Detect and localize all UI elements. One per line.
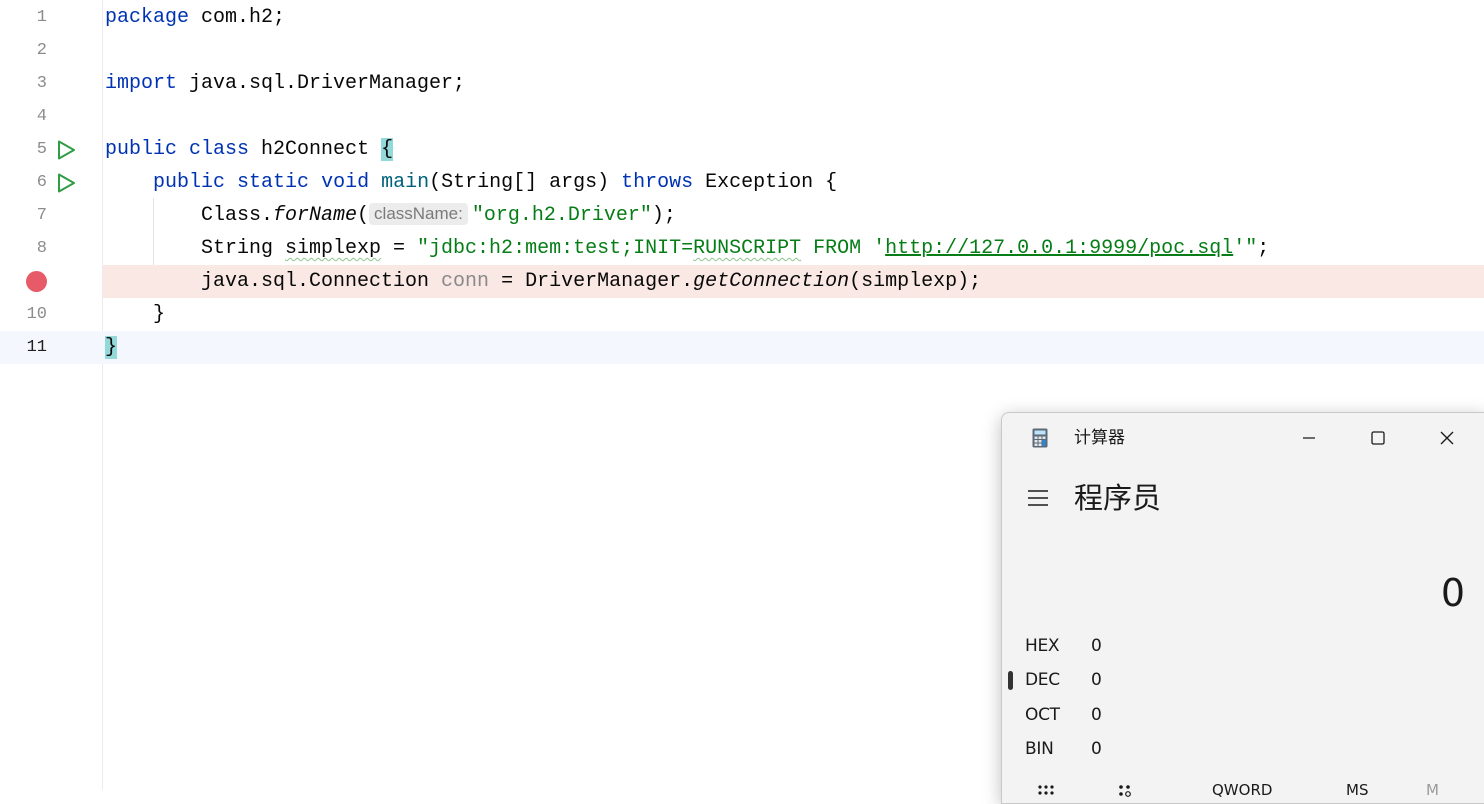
minimize-button[interactable]	[1286, 421, 1332, 455]
bit-toggle-keypad-icon[interactable]	[1116, 783, 1136, 803]
calculator-window[interactable]: 计算器 程序员 0 HEX 0 DEC 0 OCT 0 BIN 0 QWORD …	[1001, 412, 1484, 804]
line-number: 6	[36, 173, 47, 192]
code-line-6[interactable]: 6 public static void main(String[] args)…	[0, 166, 1484, 199]
code-line-4[interactable]: 4	[0, 100, 1484, 133]
code-line-5[interactable]: 5 public class h2Connect {	[0, 133, 1484, 166]
close-button[interactable]	[1424, 421, 1470, 455]
base-row-hex[interactable]: HEX 0	[1002, 629, 1484, 663]
code-text[interactable]: import java.sql.DriverManager;	[105, 67, 465, 100]
close-icon	[1440, 431, 1454, 445]
base-value: 0	[1091, 705, 1102, 725]
breakpoint-icon[interactable]	[26, 271, 47, 292]
line-number: 5	[36, 140, 47, 159]
code-line-2[interactable]: 2	[0, 34, 1484, 67]
base-row-dec[interactable]: DEC 0	[1002, 663, 1484, 697]
base-value: 0	[1091, 636, 1102, 656]
maximize-icon	[1371, 431, 1385, 445]
line-number: 2	[36, 41, 47, 60]
selected-indicator	[1008, 671, 1013, 690]
code-line-3[interactable]: 3 import java.sql.DriverManager;	[0, 67, 1484, 100]
code-line-10[interactable]: 10 }	[0, 298, 1484, 331]
title-bar[interactable]: 计算器	[1002, 413, 1484, 461]
code-line-11[interactable]: 11 }	[0, 331, 1484, 364]
base-value: 0	[1091, 670, 1102, 690]
calculator-app-icon	[1032, 428, 1048, 448]
code-line-7[interactable]: 7 Class.forName(className: "org.h2.Driver…	[0, 199, 1484, 232]
base-label: HEX	[1025, 636, 1060, 656]
line-number: 4	[36, 107, 47, 126]
url-link[interactable]: http://127.0.0.1:9999/poc.sql	[885, 237, 1233, 260]
code-text[interactable]: String simplexp = "jdbc:h2:mem:test;INIT…	[201, 232, 1269, 265]
brace-match: }	[105, 336, 118, 359]
code-line-8[interactable]: 8 String simplexp = "jdbc:h2:mem:test;IN…	[0, 232, 1484, 265]
base-label: OCT	[1025, 705, 1060, 725]
calculator-mode-title: 程序员	[1074, 481, 1162, 515]
maximize-button[interactable]	[1355, 421, 1401, 455]
base-row-bin[interactable]: BIN 0	[1002, 732, 1484, 766]
code-text[interactable]: }	[105, 331, 118, 364]
code-text[interactable]: Class.forName(className: "org.h2.Driver")…	[201, 199, 676, 232]
hamburger-menu-icon[interactable]	[1026, 488, 1050, 508]
line-number: 3	[36, 74, 47, 93]
full-keypad-icon[interactable]	[1036, 783, 1056, 803]
base-label: DEC	[1025, 670, 1060, 690]
line-number: 8	[36, 239, 47, 258]
line-number: 7	[36, 206, 47, 225]
code-text[interactable]: }	[153, 298, 165, 331]
minimize-icon	[1303, 437, 1315, 439]
window-title: 计算器	[1074, 428, 1125, 448]
run-icon[interactable]	[55, 172, 77, 194]
code-text[interactable]: public class h2Connect {	[105, 133, 394, 166]
line-number: 11	[26, 338, 47, 357]
base-row-oct[interactable]: OCT 0	[1002, 698, 1484, 732]
brace-match: {	[381, 138, 394, 161]
code-text[interactable]: package com.h2;	[105, 1, 285, 34]
base-value: 0	[1091, 739, 1102, 759]
run-icon[interactable]	[55, 139, 77, 161]
result-display: 0	[1440, 571, 1465, 615]
code-line-1[interactable]: 1 package com.h2;	[0, 1, 1484, 34]
base-label: BIN	[1025, 739, 1054, 759]
code-line-9[interactable]: java.sql.Connection conn = DriverManager…	[0, 265, 1484, 298]
code-text[interactable]: java.sql.Connection conn = DriverManager…	[201, 265, 981, 298]
code-text[interactable]: public static void main(String[] args) t…	[153, 166, 837, 199]
parameter-hint: className:	[369, 203, 468, 225]
line-number: 1	[36, 8, 47, 27]
line-number: 10	[26, 305, 47, 324]
